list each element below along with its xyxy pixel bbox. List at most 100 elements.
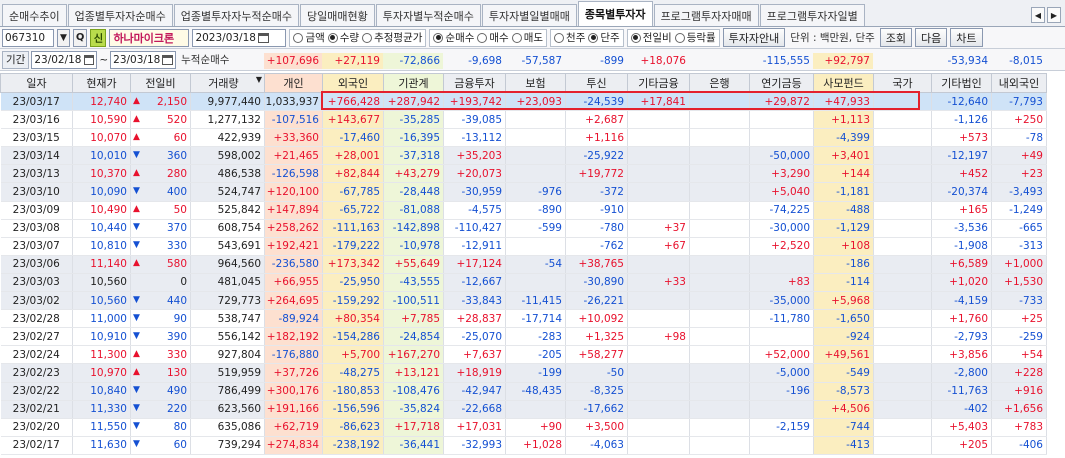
column-header-2[interactable]: 전일비 — [130, 73, 191, 93]
radio-button-icon[interactable] — [554, 32, 565, 43]
table-row[interactable]: 23/03/02 10,560 ▼ 440 729,773 +264,695 -159,29… — [0, 291, 1047, 311]
table-row[interactable]: 23/03/09 10,490 ▲ 50 525,842 +147,894 -65,722-… — [0, 201, 1047, 220]
table-row[interactable]: 23/03/03 10,560 0 481,045 +66,955 -25,950 -43,… — [0, 273, 1047, 293]
calendar-icon[interactable] — [83, 54, 95, 65]
column-header-1[interactable]: 현재가 — [72, 73, 131, 93]
tab-6[interactable]: 종목별투자자 — [577, 1, 653, 26]
next-button[interactable]: 다음 — [915, 28, 948, 47]
column-header-10[interactable]: 기타금융 — [627, 73, 690, 93]
radio-button-icon[interactable] — [588, 32, 599, 43]
investor-cell: +17,124 — [443, 255, 506, 274]
query-button[interactable]: 조회 — [879, 28, 913, 47]
table-row[interactable]: 23/02/28 11,000 ▼ 90 538,747 -89,924 +80,354 +7… — [0, 309, 1047, 329]
scroll-left-icon[interactable]: ◀ — [1031, 7, 1045, 23]
radio-group3-1[interactable]: 단주 — [588, 30, 620, 45]
column-header-9[interactable]: 투신 — [565, 73, 628, 93]
query-date-input[interactable]: 2023/03/18 — [192, 28, 287, 47]
radio-group2-2[interactable]: 매도 — [511, 30, 543, 45]
column-header-6[interactable]: 기관계 — [383, 73, 444, 93]
table-row[interactable]: 23/03/14 10,010 ▼ 360 598,002 +21,465 +28,001-… — [0, 146, 1047, 166]
radio-group1-0[interactable]: 금액 — [293, 30, 325, 45]
calendar-icon[interactable] — [257, 32, 269, 43]
investor-table: 일자 현재가 전일비 거래량 ▼ 개인 외국인 기관계 금융투자 보험 투신 기타금융 은행 연기금등 사모… — [0, 73, 1047, 455]
tab-8[interactable]: 프로그램투자자일별 — [759, 4, 865, 26]
investor-cell: +250 — [991, 110, 1047, 130]
tab-3[interactable]: 당일매매현황 — [300, 4, 375, 26]
investor-cell: +1,028 — [505, 436, 566, 455]
column-header-11[interactable]: 은행 — [689, 73, 750, 93]
radio-group2-1[interactable]: 매수 — [477, 30, 509, 45]
table-row[interactable]: 23/03/07 10,810 ▼ 330 543,691 +192,421 -179,22… — [0, 237, 1047, 256]
radio-button-icon[interactable] — [674, 32, 685, 43]
radio-group1-2[interactable]: 추정평균가 — [362, 30, 422, 45]
column-header-7[interactable]: 금융투자 — [443, 73, 506, 93]
period-from-input[interactable]: 23/02/18 — [31, 50, 98, 69]
tab-0[interactable]: 순매수추이 — [2, 4, 67, 26]
column-header-12[interactable]: 연기금등 — [749, 73, 814, 93]
triangle-down-icon: ▼ — [133, 149, 140, 160]
price-cell: 11,550 — [72, 418, 131, 437]
tab-7[interactable]: 프로그램투자자매매 — [653, 4, 759, 26]
investor-cell: +52,000 — [749, 345, 814, 365]
table-row[interactable]: 23/02/27 10,910 ▼ 390 556,142 +182,192 -154,28… — [0, 327, 1047, 347]
tab-1[interactable]: 업종별투자자순매수 — [67, 4, 173, 26]
code-dropdown-button[interactable]: ▼ — [57, 28, 70, 47]
table-row[interactable]: 23/02/22 10,840 ▼ 490 786,499 +300,176 -180,85… — [0, 382, 1047, 401]
tab-4[interactable]: 투자자별누적순매수 — [375, 4, 481, 26]
radio-group4-0[interactable]: 전일비 — [630, 30, 672, 45]
table-row[interactable]: 23/03/17 12,740 ▲ 2,150 9,977,440 1,033,937 +7… — [0, 92, 1047, 112]
radio-button-icon[interactable] — [293, 32, 304, 43]
column-header-3[interactable]: 거래량 ▼ — [190, 73, 265, 93]
radio-button-icon[interactable] — [433, 32, 444, 43]
tab-5[interactable]: 투자자별일별매매 — [481, 4, 577, 26]
calendar-icon[interactable] — [162, 54, 174, 65]
table-row[interactable]: 23/03/15 10,070 ▲ 60 422,939 +33,360 -17,460 -1… — [0, 128, 1047, 148]
period-to-input[interactable]: 23/03/18 — [110, 50, 177, 69]
investor-cell: -26,221 — [565, 291, 628, 311]
table-row[interactable]: 23/03/08 10,440 ▼ 370 608,754 +258,262 -111,16… — [0, 219, 1047, 238]
radio-group2-0[interactable]: 순매수 — [433, 30, 474, 45]
table-row[interactable]: 23/03/16 10,590 ▲ 520 1,277,132 -107,516 +143,… — [0, 110, 1047, 130]
investor-guide-button[interactable]: 투자자안내 — [722, 28, 786, 47]
investor-data-grid[interactable]: 일자 현재가 전일비 거래량 ▼ 개인 외국인 기관계 금융투자 보험 투신 기타금융 은행 연기금등 사모… — [0, 73, 1065, 455]
radio-button-icon[interactable] — [362, 32, 373, 43]
radio-button-icon[interactable] — [630, 32, 641, 43]
table-row[interactable]: 23/02/20 11,550 ▼ 80 635,086 +62,719 -86,623 +1… — [0, 418, 1047, 437]
column-header-0[interactable]: 일자 — [0, 73, 73, 93]
column-header-16[interactable]: 내외국인 — [991, 73, 1047, 93]
tab-2[interactable]: 업종별투자자누적순매수 — [173, 4, 300, 26]
scroll-right-icon[interactable]: ▶ — [1047, 7, 1061, 23]
table-row[interactable]: 23/02/17 11,630 ▼ 60 739,294 +274,834 -238,192… — [0, 436, 1047, 455]
triangle-up-icon: ▲ — [133, 167, 140, 178]
stock-code-input[interactable]: 067310 — [2, 28, 54, 47]
investor-cell: -100,511 — [383, 291, 444, 311]
investor-cell — [873, 418, 932, 437]
radio-button-icon[interactable] — [511, 32, 522, 43]
radio-group4-1[interactable]: 등락률 — [674, 30, 716, 45]
table-row[interactable]: 23/03/06 11,140 ▲ 580 964,560 -236,580 +173,34… — [0, 255, 1047, 274]
column-header-13[interactable]: 사모펀드 — [813, 73, 874, 93]
radio-label: 단주 — [600, 32, 620, 44]
stock-name-field[interactable]: 하나마이크론 — [109, 28, 190, 47]
column-header-8[interactable]: 보험 — [505, 73, 566, 93]
table-row[interactable]: 23/03/10 10,090 ▼ 400 524,747 +120,100 -67,785… — [0, 182, 1047, 202]
column-header-14[interactable]: 국가 — [873, 73, 932, 93]
sort-down-icon[interactable]: ▼ — [256, 75, 264, 84]
radio-group3-0[interactable]: 천주 — [554, 30, 585, 45]
column-header-15[interactable]: 기타법인 — [931, 73, 992, 93]
change-cell: ▲ 60 — [130, 128, 191, 148]
investor-cell: -12,640 — [931, 92, 992, 112]
investor-cell: +3,856 — [931, 345, 992, 365]
radio-button-icon[interactable] — [477, 32, 488, 43]
cumulative-trust: -899 — [600, 55, 624, 67]
column-header-4[interactable]: 개인 — [264, 73, 323, 93]
table-row[interactable]: 23/03/13 10,370 ▲ 280 486,538 -126,598 +82,844… — [0, 164, 1047, 184]
table-row[interactable]: 23/02/23 10,970 ▲ 130 519,959 +37,726 -48,275 +… — [0, 363, 1047, 383]
radio-group1-1[interactable]: 수량 — [327, 30, 359, 45]
chart-button[interactable]: 차트 — [950, 28, 983, 47]
column-header-5[interactable]: 외국인 — [322, 73, 384, 93]
stock-search-button[interactable]: Q — [72, 28, 88, 47]
table-row[interactable]: 23/02/21 11,330 ▼ 220 623,560 +191,166 -156,59… — [0, 400, 1047, 419]
radio-button-icon[interactable] — [327, 32, 338, 43]
table-row[interactable]: 23/02/24 11,300 ▲ 330 927,804 -176,880 +5,700 +… — [0, 345, 1047, 365]
